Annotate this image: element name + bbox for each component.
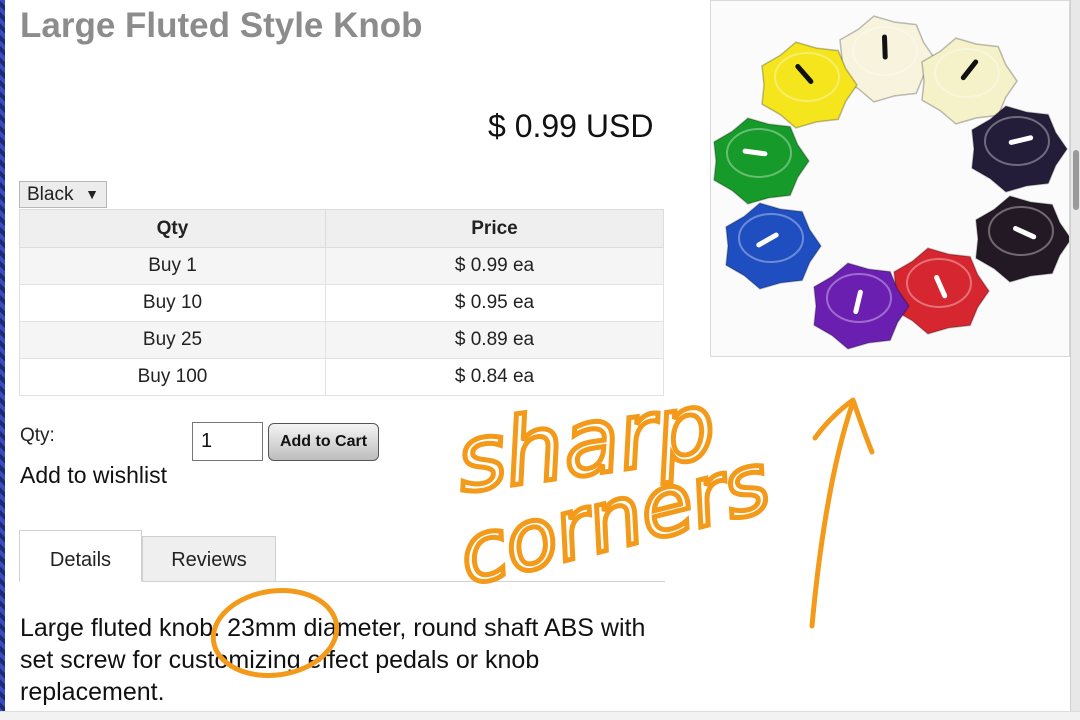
tier-price-cell: $ 0.84 ea xyxy=(325,358,664,396)
variant-select[interactable]: Black ▼ xyxy=(19,181,107,208)
table-row: Buy 1 $ 0.99 ea xyxy=(19,247,664,285)
tier-qty-cell: Buy 1 xyxy=(19,247,326,285)
scrollbar[interactable] xyxy=(1070,0,1080,719)
price-tier-table: Qty Price Buy 1 $ 0.99 ea Buy 10 $ 0.95 … xyxy=(19,209,664,396)
table-row: Buy 100 $ 0.84 ea xyxy=(19,358,664,396)
column-header-price: Price xyxy=(325,209,664,248)
product-description: Large fluted knob. 23mm diameter, round … xyxy=(20,614,646,706)
table-row: Buy 10 $ 0.95 ea xyxy=(19,284,664,322)
tier-price-cell: $ 0.89 ea xyxy=(325,321,664,359)
quantity-input[interactable] xyxy=(192,422,263,461)
tab-reviews[interactable]: Reviews xyxy=(142,536,276,582)
scrollbar-thumb[interactable] xyxy=(1073,150,1079,210)
tab-details[interactable]: Details xyxy=(19,530,142,582)
table-row: Buy 25 $ 0.89 ea xyxy=(19,321,664,359)
column-header-qty: Qty xyxy=(19,209,326,248)
annotation-text-corners: corners xyxy=(449,433,779,604)
dropdown-arrow-icon: ▼ xyxy=(85,186,99,202)
knob-ring-illustration xyxy=(711,1,1069,356)
tier-qty-cell: Buy 10 xyxy=(19,284,326,322)
quantity-label: Qty: xyxy=(20,425,55,446)
arrow-shaft xyxy=(809,402,855,629)
tier-price-cell: $ 0.99 ea xyxy=(325,247,664,285)
add-to-cart-button[interactable]: Add to Cart xyxy=(268,423,379,461)
add-to-wishlist-link[interactable]: Add to wishlist xyxy=(20,462,167,489)
product-image[interactable] xyxy=(710,0,1070,357)
product-title: Large Fluted Style Knob xyxy=(20,6,423,45)
page-left-border xyxy=(0,0,5,719)
tier-qty-cell: Buy 100 xyxy=(19,358,326,396)
table-header-row: Qty Price xyxy=(19,209,664,248)
tier-qty-cell: Buy 25 xyxy=(19,321,326,359)
tier-price-cell: $ 0.95 ea xyxy=(325,284,664,322)
product-price: $ 0.99 USD xyxy=(488,108,654,144)
variant-selected-value: Black xyxy=(27,184,74,205)
arrow-head xyxy=(812,397,875,455)
